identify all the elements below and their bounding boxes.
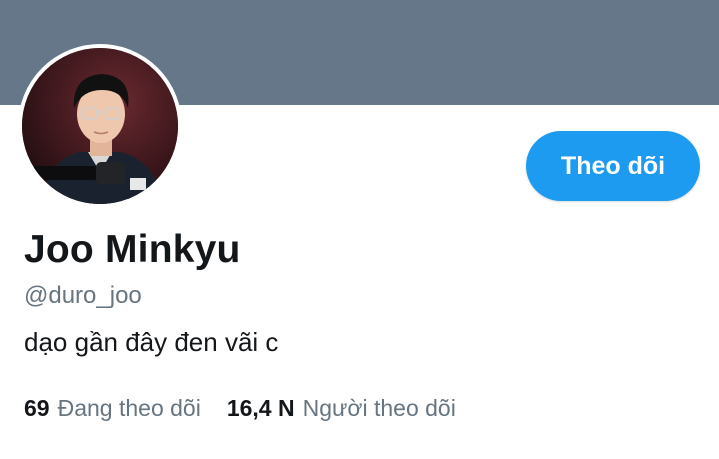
profile-name: Joo Minkyu <box>24 228 241 271</box>
profile-avatar[interactable] <box>18 44 182 208</box>
followers-count: 16,4 N <box>226 395 295 421</box>
profile-stats: 69 Đang theo dõi 16,4 N Người theo dõi <box>24 395 456 422</box>
following-label: Đang theo dõi <box>57 395 201 421</box>
follow-button[interactable]: Theo dõi <box>526 131 700 201</box>
following-count: 69 <box>24 395 50 421</box>
avatar-photo-icon <box>22 48 178 204</box>
profile-bio: dạo gần đây đen vãi c <box>24 327 279 357</box>
following-stat[interactable]: 69 Đang theo dõi <box>24 395 201 422</box>
followers-stat[interactable]: 16,4 N Người theo dõi <box>227 395 456 422</box>
profile-handle: @duro_joo <box>24 282 142 309</box>
followers-label: Người theo dõi <box>302 395 456 421</box>
